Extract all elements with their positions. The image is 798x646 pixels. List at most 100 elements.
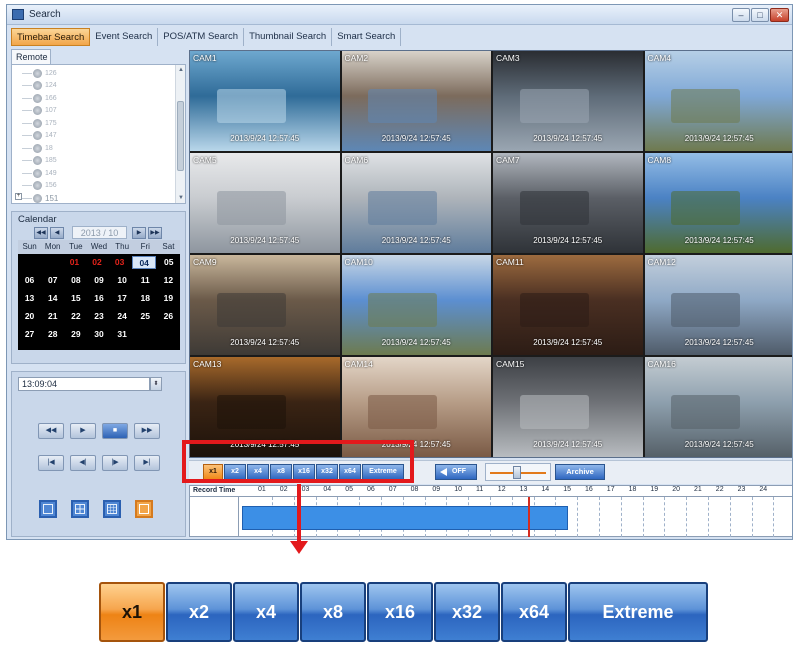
calendar-day[interactable]: 29 xyxy=(64,326,87,343)
camera-view[interactable]: CAM7 2013/9/24 12:57:45 xyxy=(493,153,643,253)
calendar-day[interactable]: 28 xyxy=(41,326,64,343)
calendar-day[interactable]: 20 xyxy=(18,308,41,325)
calendar-day[interactable]: 05 xyxy=(157,254,180,271)
camera-view[interactable]: CAM12 2013/9/24 12:57:45 xyxy=(644,255,792,355)
tab-event-search[interactable]: Event Search xyxy=(90,28,159,46)
calendar-day[interactable]: 18 xyxy=(134,290,157,307)
zoom-speed-x8-button[interactable]: x8 xyxy=(300,582,366,642)
recorded-segment[interactable] xyxy=(242,506,568,530)
calendar-day[interactable]: 02 xyxy=(86,254,109,271)
minimize-button[interactable]: – xyxy=(732,8,750,22)
prev-month-button[interactable]: ◀ xyxy=(50,227,64,239)
close-button[interactable]: ✕ xyxy=(770,8,789,22)
calendar-day[interactable]: 15 xyxy=(64,290,87,307)
tree-item[interactable]: 126 xyxy=(22,68,57,78)
camera-view[interactable]: CAM4 2013/9/24 12:57:45 xyxy=(644,51,792,151)
camera-view[interactable]: CAM11 2013/9/24 12:57:45 xyxy=(493,255,643,355)
scroll-up-icon[interactable]: ▲ xyxy=(177,66,185,74)
layout-1x1-button[interactable] xyxy=(39,500,57,518)
tab-thumbnail-search[interactable]: Thumbnail Search xyxy=(244,28,333,46)
record-timeline[interactable]: Record Time 01 02 03 04 05 06 07 08 09 10 11 12 13 14… xyxy=(189,485,792,537)
fast-forward-button[interactable]: ▶▶ xyxy=(134,423,160,439)
camera-view[interactable]: CAM5 2013/9/24 12:57:45 xyxy=(190,153,340,253)
last-frame-button[interactable]: ▶| xyxy=(134,455,160,471)
tree-scrollbar[interactable]: ▲ ▼ xyxy=(175,65,185,203)
tab-timebar-search[interactable]: Timebar Search xyxy=(11,28,91,46)
archive-button[interactable]: Archive xyxy=(555,464,605,480)
zoom-speed-x1-button[interactable]: x1 xyxy=(99,582,165,642)
camera-view[interactable]: CAM1 2013/9/24 12:57:45 xyxy=(190,51,340,151)
calendar-day[interactable]: 19 xyxy=(157,290,180,307)
audio-button[interactable]: OFF xyxy=(435,464,477,480)
tree-item[interactable]: 18 xyxy=(22,143,53,153)
calendar-day[interactable]: 01 xyxy=(63,254,86,271)
zoom-speed-extreme-button[interactable]: Extreme xyxy=(568,582,708,642)
layout-3x3-button[interactable] xyxy=(103,500,121,518)
calendar-day[interactable]: 12 xyxy=(157,272,180,289)
tab-pos-atm-search[interactable]: POS/ATM Search xyxy=(158,28,245,46)
tree-item[interactable]: 166 xyxy=(22,93,57,103)
calendar-day[interactable]: 23 xyxy=(87,308,110,325)
volume-slider[interactable] xyxy=(485,463,551,481)
calendar-day[interactable]: 13 xyxy=(18,290,41,307)
prev-year-button[interactable]: ◀◀ xyxy=(34,227,48,239)
step-back-button[interactable]: ◀| xyxy=(70,455,96,471)
calendar-day[interactable]: 21 xyxy=(41,308,64,325)
calendar-day[interactable]: 06 xyxy=(18,272,41,289)
tree-item[interactable]: 124 xyxy=(22,81,57,91)
tree-item[interactable]: 107 xyxy=(22,106,57,116)
calendar-day[interactable]: 17 xyxy=(111,290,134,307)
calendar-day[interactable]: 26 xyxy=(157,308,180,325)
calendar-day[interactable]: 09 xyxy=(87,272,110,289)
zoom-speed-x16-button[interactable]: x16 xyxy=(367,582,433,642)
time-input[interactable]: 13:09:04 xyxy=(18,377,150,391)
calendar-day[interactable]: 22 xyxy=(64,308,87,325)
camera-view[interactable]: CAM9 2013/9/24 12:57:45 xyxy=(190,255,340,355)
timeline-cursor[interactable] xyxy=(528,497,530,537)
tree-item[interactable]: 151 xyxy=(22,193,58,203)
tree-item[interactable]: 149 xyxy=(22,168,57,178)
remote-tab[interactable]: Remote xyxy=(11,49,51,64)
next-year-button[interactable]: ▶▶ xyxy=(148,227,162,239)
zoom-speed-x32-button[interactable]: x32 xyxy=(434,582,500,642)
calendar-day[interactable]: 11 xyxy=(134,272,157,289)
camera-view[interactable]: CAM8 2013/9/24 12:57:45 xyxy=(644,153,792,253)
tree-expand-toggle[interactable]: + xyxy=(15,193,22,200)
next-month-button[interactable]: ▶ xyxy=(132,227,146,239)
calendar-day[interactable]: 08 xyxy=(64,272,87,289)
calendar-day[interactable]: 03 xyxy=(108,254,131,271)
play-button[interactable]: ▶ xyxy=(70,423,96,439)
calendar-day[interactable]: 14 xyxy=(41,290,64,307)
slider-knob[interactable] xyxy=(513,466,521,479)
camera-view[interactable]: CAM10 2013/9/24 12:57:45 xyxy=(341,255,491,355)
camera-view[interactable]: CAM3 2013/9/24 12:57:45 xyxy=(493,51,643,151)
first-frame-button[interactable]: |◀ xyxy=(38,455,64,471)
calendar-day[interactable]: 25 xyxy=(134,308,157,325)
zoom-speed-x2-button[interactable]: x2 xyxy=(166,582,232,642)
tree-item[interactable]: 175 xyxy=(22,118,57,128)
layout-4x4-button[interactable] xyxy=(135,500,153,518)
zoom-speed-x4-button[interactable]: x4 xyxy=(233,582,299,642)
tree-item[interactable]: 147 xyxy=(22,131,57,141)
time-spinner[interactable]: ⬍ xyxy=(150,377,162,391)
layout-2x2-button[interactable] xyxy=(71,500,89,518)
calendar-day[interactable]: 16 xyxy=(87,290,110,307)
camera-view[interactable]: CAM6 2013/9/24 12:57:45 xyxy=(341,153,491,253)
calendar-day[interactable]: 07 xyxy=(41,272,64,289)
tree-item[interactable]: 185 xyxy=(22,156,57,166)
calendar-day[interactable]: 24 xyxy=(111,308,134,325)
calendar-day[interactable]: 30 xyxy=(87,326,110,343)
scroll-thumb[interactable] xyxy=(177,101,184,171)
stop-button[interactable]: ■ xyxy=(102,423,128,439)
calendar-day[interactable]: 10 xyxy=(111,272,134,289)
tree-item[interactable]: 156 xyxy=(22,181,57,191)
maximize-button[interactable]: □ xyxy=(751,8,769,22)
camera-view[interactable]: CAM2 2013/9/24 12:57:45 xyxy=(341,51,491,151)
camera-view[interactable]: CAM16 2013/9/24 12:57:45 xyxy=(644,357,792,457)
step-forward-button[interactable]: |▶ xyxy=(102,455,128,471)
rewind-button[interactable]: ◀◀ xyxy=(38,423,64,439)
calendar-day[interactable]: 31 xyxy=(111,326,134,343)
tab-smart-search[interactable]: Smart Search xyxy=(332,28,402,46)
scroll-down-icon[interactable]: ▼ xyxy=(177,194,185,202)
calendar-day[interactable]: 27 xyxy=(18,326,41,343)
